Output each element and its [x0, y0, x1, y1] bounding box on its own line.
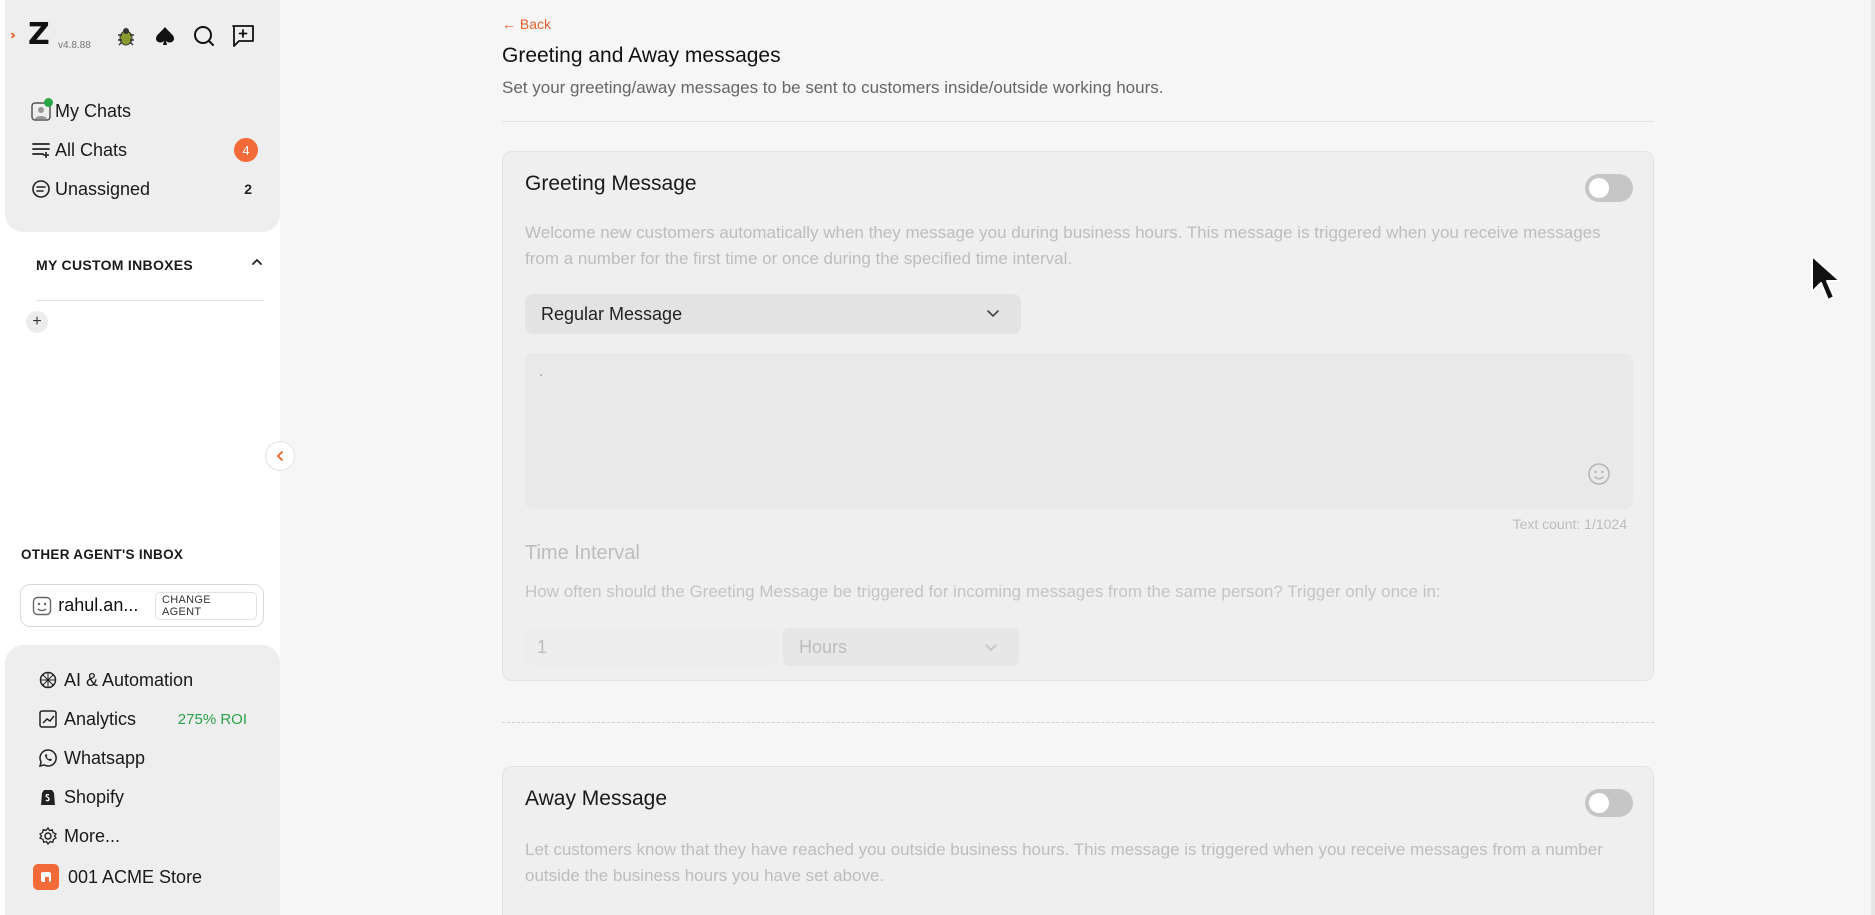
sidebar-item-label: Analytics: [64, 708, 137, 729]
logo-row: ›› Z v4.8.88: [6, 18, 276, 58]
sidebar-item-label: AI & Automation: [64, 669, 194, 690]
expand-chevron-icon[interactable]: ››: [10, 27, 15, 42]
online-status-dot: [44, 98, 53, 107]
message-text: .: [539, 363, 544, 380]
change-agent-button[interactable]: CHANGE AGENT: [154, 591, 257, 620]
unassigned-count: 2: [244, 181, 252, 197]
more-gear-icon: [37, 825, 59, 847]
sidebar: ›› Z v4.8.88 My Chats All Chats 4 Unassi…: [0, 0, 280, 915]
sidebar-item-label: More...: [64, 825, 121, 846]
scrollbar-track[interactable]: [1871, 0, 1875, 915]
agent-name: rahul.an...: [58, 595, 139, 615]
away-message-card: Away Message Let customers know that the…: [502, 766, 1654, 915]
unassigned-icon: [30, 178, 52, 200]
spade-icon[interactable]: [151, 22, 179, 50]
chevron-up-icon[interactable]: [250, 255, 264, 272]
sidebar-item-unassigned[interactable]: Unassigned 2: [30, 176, 258, 202]
sidebar-item-label: Shopify: [64, 786, 125, 807]
page-title: Greeting and Away messages: [502, 44, 781, 67]
store-name: 001 ACME Store: [68, 866, 203, 887]
sidebar-item-label: All Chats: [55, 139, 128, 160]
add-inbox-button[interactable]: +: [26, 311, 48, 333]
unread-count-badge: 4: [234, 138, 258, 162]
custom-inboxes-header[interactable]: MY CUSTOM INBOXES: [36, 257, 264, 273]
page-subtitle: Set your greeting/away messages to be se…: [502, 78, 1164, 97]
analytics-icon: [37, 708, 59, 730]
time-interval-description: How often should the Greeting Message be…: [525, 582, 1441, 601]
greeting-message-card: Greeting Message Welcome new customers a…: [502, 151, 1654, 681]
sidebar-item-more[interactable]: More...: [37, 823, 247, 849]
sidebar-item-all-chats[interactable]: All Chats 4: [30, 137, 258, 163]
away-title: Away Message: [525, 787, 668, 810]
collapse-sidebar-button[interactable]: [265, 441, 295, 471]
sidebar-item-label: Whatsapp: [64, 747, 146, 768]
away-toggle[interactable]: [1585, 789, 1633, 817]
greeting-toggle[interactable]: [1585, 174, 1633, 202]
away-description: Let customers know that they have reache…: [525, 840, 1603, 885]
text-count: Text count: 1/1024: [1512, 516, 1627, 532]
my-chats-icon: [30, 98, 53, 122]
sidebar-item-ai-automation[interactable]: AI & Automation: [37, 667, 247, 693]
app-logo: Z: [28, 17, 50, 52]
agent-avatar-icon: [31, 595, 52, 617]
search-icon[interactable]: [190, 22, 218, 50]
emoji-icon[interactable]: [1587, 462, 1611, 491]
sidebar-item-shopify[interactable]: Shopify: [37, 784, 247, 810]
sidebar-item-analytics[interactable]: Analytics 275% ROI: [37, 706, 247, 732]
agent-selector[interactable]: rahul.an... CHANGE AGENT: [20, 584, 264, 627]
chevron-down-icon: [981, 637, 1001, 662]
divider: [36, 300, 264, 301]
interval-unit-value: Hours: [799, 636, 848, 657]
time-interval-title: Time Interval: [525, 542, 640, 564]
chevron-left-icon: [276, 451, 283, 461]
custom-inboxes-heading: MY CUSTOM INBOXES: [36, 257, 194, 273]
section-divider: [502, 722, 1654, 723]
sidebar-item-whatsapp[interactable]: Whatsapp: [37, 745, 247, 771]
greeting-description: Welcome new customers automatically when…: [525, 223, 1601, 268]
other-agents-heading: OTHER AGENT'S INBOX: [21, 547, 184, 562]
arrow-left-icon: ←: [502, 16, 520, 32]
store-selector[interactable]: 001 ACME Store: [33, 864, 263, 890]
interval-unit-select[interactable]: Hours: [783, 628, 1019, 666]
main-content: ← Back Greeting and Away messages Set yo…: [280, 0, 1875, 915]
message-type-select[interactable]: Regular Message: [525, 294, 1021, 334]
mouse-cursor-icon: [1810, 254, 1844, 309]
greeting-message-textarea[interactable]: .: [525, 353, 1633, 509]
roi-tag: 275% ROI: [177, 710, 247, 728]
new-chat-icon[interactable]: [229, 22, 257, 50]
store-icon: [33, 864, 59, 890]
sidebar-item-label: Unassigned: [55, 178, 151, 199]
back-label: Back: [519, 16, 552, 32]
interval-value-input[interactable]: 1: [525, 628, 778, 666]
whatsapp-icon: [37, 747, 59, 769]
greeting-title: Greeting Message: [525, 172, 697, 195]
back-link[interactable]: ← Back: [502, 16, 551, 32]
sidebar-item-label: My Chats: [55, 100, 132, 121]
ai-automation-icon: [37, 669, 59, 691]
divider: [502, 121, 1654, 122]
message-type-value: Regular Message: [541, 303, 683, 324]
bug-icon[interactable]: [112, 22, 140, 50]
sidebar-item-my-chats[interactable]: My Chats: [30, 98, 258, 124]
all-chats-icon: [30, 139, 52, 161]
shopify-icon: [37, 786, 59, 808]
chevron-down-icon: [983, 303, 1003, 328]
app-version: v4.8.88: [58, 40, 91, 51]
